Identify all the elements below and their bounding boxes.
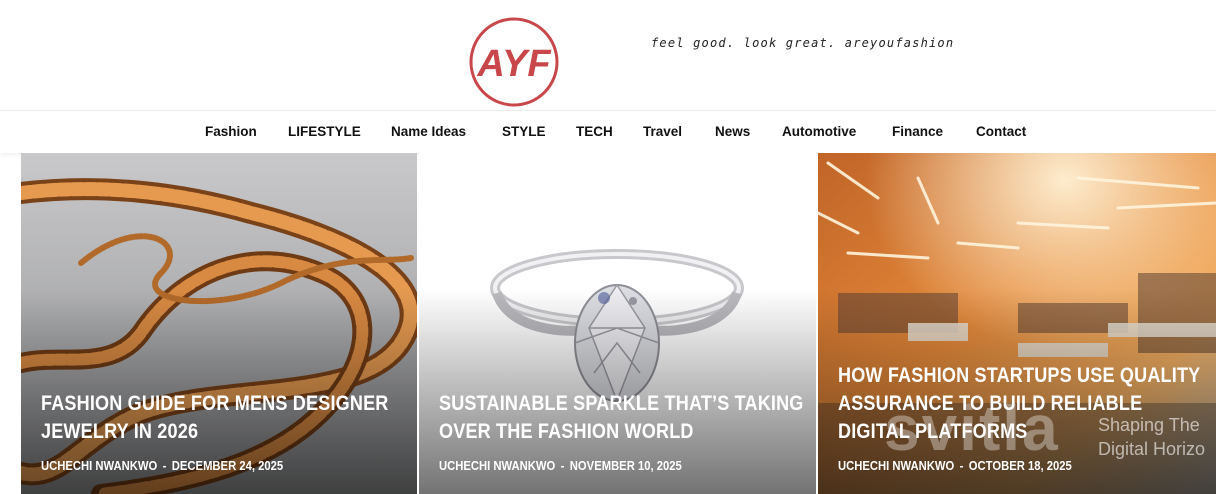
nav-item-style[interactable]: STYLE (502, 124, 546, 139)
article-meta: UCHECHI NWANKWO - NOVEMBER 10, 2025 (439, 459, 682, 473)
article-meta: UCHECHI NWANKWO - OCTOBER 18, 2025 (838, 459, 1072, 473)
meta-separator: - (162, 459, 167, 473)
nav-item-news[interactable]: News (715, 124, 750, 139)
article-date: OCTOBER 18, 2025 (968, 459, 1072, 473)
article-card[interactable]: SUSTAINABLE SPARKLE THAT’S TAKING OVER T… (419, 153, 816, 494)
article-title[interactable]: HOW FASHION STARTUPS USE QUALITY ASSURAN… (838, 362, 1216, 446)
nav-item-travel[interactable]: Travel (643, 124, 682, 139)
article-author[interactable]: UCHECHI NWANKWO (41, 459, 157, 473)
meta-separator: - (560, 459, 565, 473)
article-card[interactable]: FASHION GUIDE FOR MENS DESIGNER JEWELRY … (21, 153, 417, 494)
nav-item-contact[interactable]: Contact (976, 124, 1026, 139)
article-date: DECEMBER 24, 2025 (171, 459, 284, 473)
nav-item-lifestyle[interactable]: LIFESTYLE (288, 124, 361, 139)
article-author[interactable]: UCHECHI NWANKWO (838, 459, 954, 473)
article-title[interactable]: FASHION GUIDE FOR MENS DESIGNER JEWELRY … (41, 390, 417, 446)
nav-item-tech[interactable]: TECH (576, 124, 613, 139)
logo-text: AYF (476, 43, 552, 85)
nav-item-fashion[interactable]: Fashion (205, 124, 257, 139)
nav-item-name-ideas[interactable]: Name Ideas (391, 124, 466, 139)
nav-item-finance[interactable]: Finance (892, 124, 943, 139)
site-header: AYF feel good. look great. areyoufashion (0, 0, 1216, 111)
article-author[interactable]: UCHECHI NWANKWO (439, 459, 555, 473)
article-meta: UCHECHI NWANKWO - DECEMBER 24, 2025 (41, 459, 283, 473)
nav-item-automotive[interactable]: Automotive (782, 124, 856, 139)
meta-separator: - (959, 459, 964, 473)
site-logo[interactable]: AYF (468, 16, 560, 108)
article-date: NOVEMBER 10, 2025 (569, 459, 682, 473)
article-title[interactable]: SUSTAINABLE SPARKLE THAT’S TAKING OVER T… (439, 390, 816, 446)
article-card[interactable]: svitla Shaping The Digital Horizo HOW FA… (818, 153, 1216, 494)
site-tagline: feel good. look great. areyoufashion (651, 36, 955, 50)
main-nav: Fashion LIFESTYLE Name Ideas STYLE TECH … (0, 112, 1216, 153)
